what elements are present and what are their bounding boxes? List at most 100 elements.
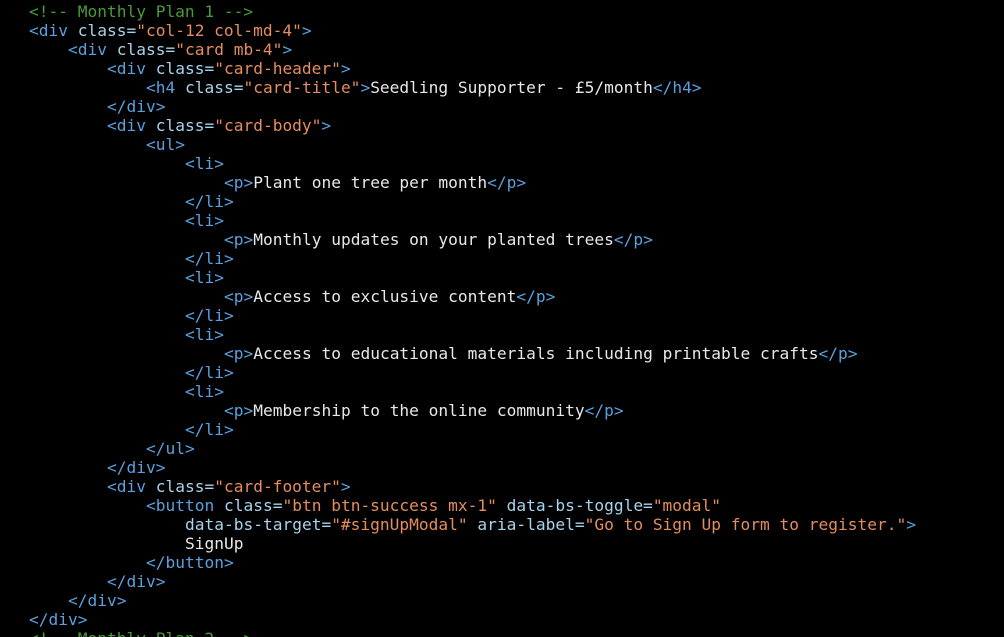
code-line: <div class="card mb-4">: [0, 40, 1004, 59]
code-token-attr: class=: [67, 21, 137, 40]
code-line: SignUp: [0, 534, 1004, 553]
code-token-attr: class=: [145, 59, 215, 78]
code-token-tag: </p>: [818, 344, 858, 363]
code-token-tag: <p>: [224, 287, 254, 306]
code-token-tag: <li>: [185, 382, 224, 401]
code-line: data-bs-target="#signUpModal" aria-label…: [0, 515, 1004, 534]
code-line: <p>Access to exclusive content</p>: [0, 287, 1004, 306]
code-line: <div class="card-footer">: [0, 477, 1004, 496]
code-token-tag: </div>: [107, 572, 166, 591]
code-token-attr: class=: [145, 477, 215, 496]
code-token-value: "col-12 col-md-4": [136, 21, 302, 40]
code-token-comment: <!-- Monthly Plan 2 -->: [29, 629, 253, 637]
code-token-tag: </div>: [107, 97, 166, 116]
code-token-tag: <p>: [224, 230, 254, 249]
code-token-text: Plant one tree per month: [253, 173, 488, 192]
code-line: <p>Monthly updates on your planted trees…: [0, 230, 1004, 249]
code-line: </div>: [0, 610, 1004, 629]
code-token-attr: aria-label=: [467, 515, 585, 534]
code-token-text: Access to exclusive content: [253, 287, 517, 306]
code-line: <!-- Monthly Plan 1 -->: [0, 2, 1004, 21]
code-token-tag: >: [360, 78, 371, 97]
code-line: <p>Membership to the online community</p…: [0, 401, 1004, 420]
code-token-value: "card mb-4": [175, 40, 283, 59]
code-line: <div class="card-body">: [0, 116, 1004, 135]
code-token-tag: </ul>: [146, 439, 195, 458]
code-token-tag: <div: [68, 40, 107, 59]
code-token-tag: </h4>: [652, 78, 702, 97]
code-token-attr: data-bs-toggle=: [496, 496, 653, 515]
code-token-tag: </li>: [185, 306, 234, 325]
code-token-tag: <li>: [185, 325, 224, 344]
code-token-tag: >: [340, 477, 351, 496]
code-token-tag: <li>: [185, 211, 224, 230]
code-line: </li>: [0, 420, 1004, 439]
code-token-text: Seedling Supporter - £5/month: [370, 78, 653, 97]
code-line: </div>: [0, 458, 1004, 477]
code-line: <h4 class="card-title">Seedling Supporte…: [0, 78, 1004, 97]
code-token-tag: <p>: [224, 401, 254, 420]
code-token-tag: </p>: [516, 287, 556, 306]
code-token-tag: </button>: [146, 553, 234, 572]
code-token-tag: </li>: [185, 249, 234, 268]
code-token-tag: >: [906, 515, 916, 534]
code-token-attr: class=: [175, 78, 244, 97]
code-token-text: Monthly updates on your planted trees: [253, 230, 614, 249]
code-line: <li>: [0, 154, 1004, 173]
code-token-tag: </li>: [185, 420, 234, 439]
code-token-tag: </p>: [487, 173, 527, 192]
code-token-comment: <!-- Monthly Plan 1 -->: [29, 2, 254, 21]
code-line: </div>: [0, 97, 1004, 116]
code-line: </li>: [0, 249, 1004, 268]
code-token-tag: >: [340, 59, 351, 78]
code-token-tag: </li>: [185, 363, 234, 382]
code-line: </li>: [0, 363, 1004, 382]
code-token-value: "#signUpModal": [331, 515, 468, 534]
code-token-tag: >: [301, 21, 312, 40]
code-line: </div>: [0, 572, 1004, 591]
code-token-value: "btn btn-success mx-1": [282, 496, 497, 515]
code-token-text: Access to educational materials includin…: [253, 344, 819, 363]
code-line: <div class="col-12 col-md-4">: [0, 21, 1004, 40]
code-token-tag: </li>: [185, 192, 234, 211]
code-token-tag: >: [321, 116, 332, 135]
code-token-tag: <div: [107, 116, 146, 135]
code-line: <li>: [0, 268, 1004, 287]
code-token-attr: data-bs-target=: [185, 515, 332, 534]
code-line: <!-- Monthly Plan 2 -->: [0, 629, 1004, 637]
code-token-tag: </p>: [584, 401, 624, 420]
code-token-attr: class=: [106, 40, 176, 59]
code-token-tag: <li>: [185, 268, 224, 287]
code-token-value: "card-body": [214, 116, 322, 135]
code-token-tag: </div>: [68, 591, 127, 610]
code-token-value: "card-header": [214, 59, 341, 78]
code-token-value: "Go to Sign Up form to register.": [584, 515, 907, 534]
code-line: <li>: [0, 211, 1004, 230]
code-token-text: SignUp: [185, 534, 244, 553]
code-token-tag: </p>: [613, 230, 653, 249]
code-line: <ul>: [0, 135, 1004, 154]
code-line: <button class="btn btn-success mx-1" dat…: [0, 496, 1004, 515]
code-line: <div class="card-header">: [0, 59, 1004, 78]
code-line: </div>: [0, 591, 1004, 610]
code-token-tag: <div: [29, 21, 68, 40]
code-token-text: Membership to the online community: [253, 401, 585, 420]
code-line: </ul>: [0, 439, 1004, 458]
code-token-attr: class=: [145, 116, 215, 135]
code-line: <p>Access to educational materials inclu…: [0, 344, 1004, 363]
code-line: <li>: [0, 325, 1004, 344]
code-line: <p>Plant one tree per month</p>: [0, 173, 1004, 192]
code-line: </button>: [0, 553, 1004, 572]
code-editor[interactable]: <!-- Monthly Plan 1 --> <div class="col-1…: [0, 0, 1004, 637]
code-token-tag: </div>: [29, 610, 88, 629]
code-token-tag: <div: [107, 59, 146, 78]
code-token-value: "card-footer": [214, 477, 341, 496]
code-token-tag: <button: [146, 496, 215, 515]
code-token-tag: <div: [107, 477, 146, 496]
code-token-tag: >: [282, 40, 293, 59]
code-token-value: "modal": [652, 496, 722, 515]
code-token-tag: <h4: [146, 78, 176, 97]
code-line: </li>: [0, 192, 1004, 211]
code-token-tag: <li>: [185, 154, 224, 173]
code-token-tag: <ul>: [146, 135, 185, 154]
